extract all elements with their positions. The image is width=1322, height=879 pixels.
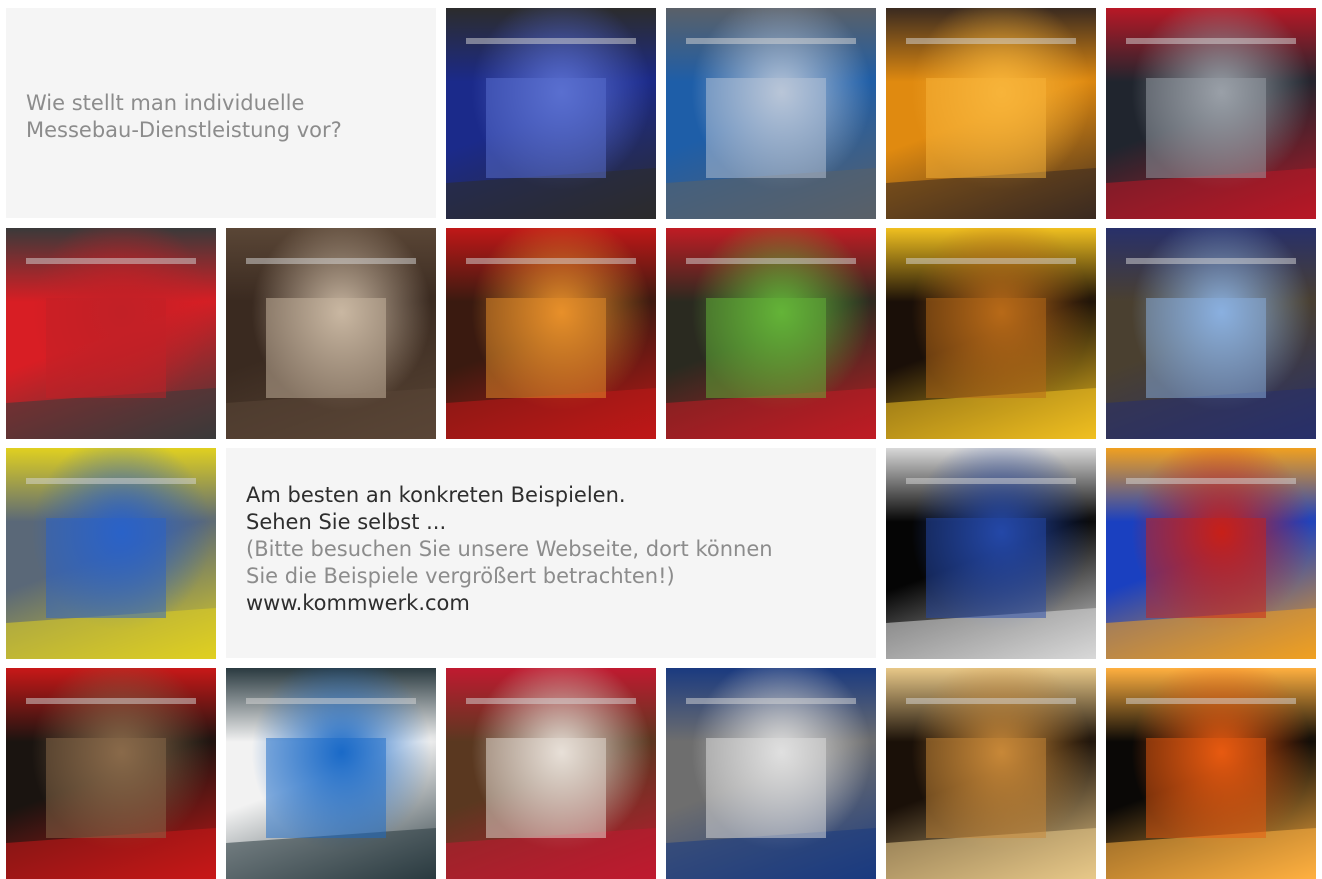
booth-photo-13[interactable] (1106, 448, 1316, 659)
booth-illustration (446, 38, 656, 219)
booth-truss (246, 698, 416, 704)
intro-question-line2: Messebau-Dienstleistung vor? (26, 118, 342, 142)
booth-illustration (6, 478, 216, 659)
booth-truss (906, 38, 1076, 44)
booth-illustration (6, 698, 216, 879)
intro-question-line1: Wie stellt man individuelle (26, 91, 305, 115)
intro-question: Wie stellt man individuelle Messebau-Die… (26, 90, 426, 144)
booth-truss (26, 478, 196, 484)
booth-render-15[interactable] (226, 668, 436, 879)
booth-wall (706, 298, 826, 398)
booth-wall (926, 78, 1046, 178)
booth-wall (486, 78, 606, 178)
examples-line1: Am besten an konkreten Beispielen. (246, 483, 626, 507)
booth-wall (46, 738, 166, 838)
booth-truss (466, 38, 636, 44)
booth-photo-9[interactable] (886, 228, 1096, 439)
booth-illustration (226, 258, 436, 439)
booth-truss (906, 478, 1076, 484)
booth-wall (926, 298, 1046, 398)
booth-photo-11[interactable] (6, 448, 216, 659)
booth-wall (486, 738, 606, 838)
examples-line2: Sehen Sie selbst ... (246, 510, 447, 534)
booth-truss (246, 258, 416, 264)
booth-illustration (1106, 38, 1316, 219)
booth-truss (26, 258, 196, 264)
booth-truss (686, 698, 856, 704)
booth-illustration (886, 478, 1096, 659)
booth-photo-8[interactable] (666, 228, 876, 439)
booth-wall (926, 738, 1046, 838)
booth-wall (266, 738, 386, 838)
booth-illustration (666, 38, 876, 219)
booth-photo-6[interactable] (226, 228, 436, 439)
booth-truss (1126, 478, 1296, 484)
examples-note-line1: (Bitte besuchen Sie unsere Webseite, dor… (246, 537, 773, 561)
booth-truss (906, 258, 1076, 264)
booth-truss (1126, 258, 1296, 264)
intro-panel: Wie stellt man individuelle Messebau-Die… (6, 8, 436, 218)
booth-render-17[interactable] (666, 668, 876, 879)
booth-truss (686, 258, 856, 264)
examples-panel: Am besten an konkreten Beispielen. Sehen… (226, 448, 876, 658)
booth-photo-16[interactable] (446, 668, 656, 879)
booth-wall (266, 298, 386, 398)
booth-photo-18[interactable] (886, 668, 1096, 879)
booth-wall (46, 518, 166, 618)
booth-truss (686, 38, 856, 44)
booth-wall (706, 78, 826, 178)
booth-truss (1126, 698, 1296, 704)
booth-illustration (6, 258, 216, 439)
booth-wall (1146, 738, 1266, 838)
examples-text: Am besten an konkreten Beispielen. Sehen… (246, 482, 866, 617)
booth-illustration (226, 698, 436, 879)
booth-wall (926, 518, 1046, 618)
booth-truss (466, 698, 636, 704)
booth-truss (1126, 38, 1296, 44)
booth-photo-10[interactable] (1106, 228, 1316, 439)
booth-render-12[interactable] (886, 448, 1096, 659)
booth-illustration (446, 698, 656, 879)
booth-illustration (886, 698, 1096, 879)
booth-illustration (1106, 478, 1316, 659)
booth-illustration (666, 698, 876, 879)
booth-illustration (666, 258, 876, 439)
portfolio-grid: Wie stellt man individuelle Messebau-Die… (0, 0, 1322, 879)
booth-illustration (446, 258, 656, 439)
booth-photo-1[interactable] (446, 8, 656, 219)
booth-photo-3[interactable] (886, 8, 1096, 219)
booth-photo-19[interactable] (1106, 668, 1316, 879)
booth-illustration (886, 38, 1096, 219)
booth-illustration (886, 258, 1096, 439)
booth-wall (486, 298, 606, 398)
booth-photo-7[interactable] (446, 228, 656, 439)
website-link[interactable]: www.kommwerk.com (246, 590, 866, 617)
booth-truss (26, 698, 196, 704)
booth-photo-5[interactable] (6, 228, 216, 439)
booth-wall (706, 738, 826, 838)
booth-photo-2[interactable] (666, 8, 876, 219)
booth-wall (1146, 518, 1266, 618)
booth-illustration (1106, 698, 1316, 879)
booth-truss (466, 258, 636, 264)
booth-truss (906, 698, 1076, 704)
booth-wall (1146, 298, 1266, 398)
examples-note-line2: Sie die Beispiele vergrößert betrachten!… (246, 564, 675, 588)
booth-photo-4[interactable] (1106, 8, 1316, 219)
booth-wall (1146, 78, 1266, 178)
booth-illustration (1106, 258, 1316, 439)
booth-photo-14[interactable] (6, 668, 216, 879)
booth-wall (46, 298, 166, 398)
